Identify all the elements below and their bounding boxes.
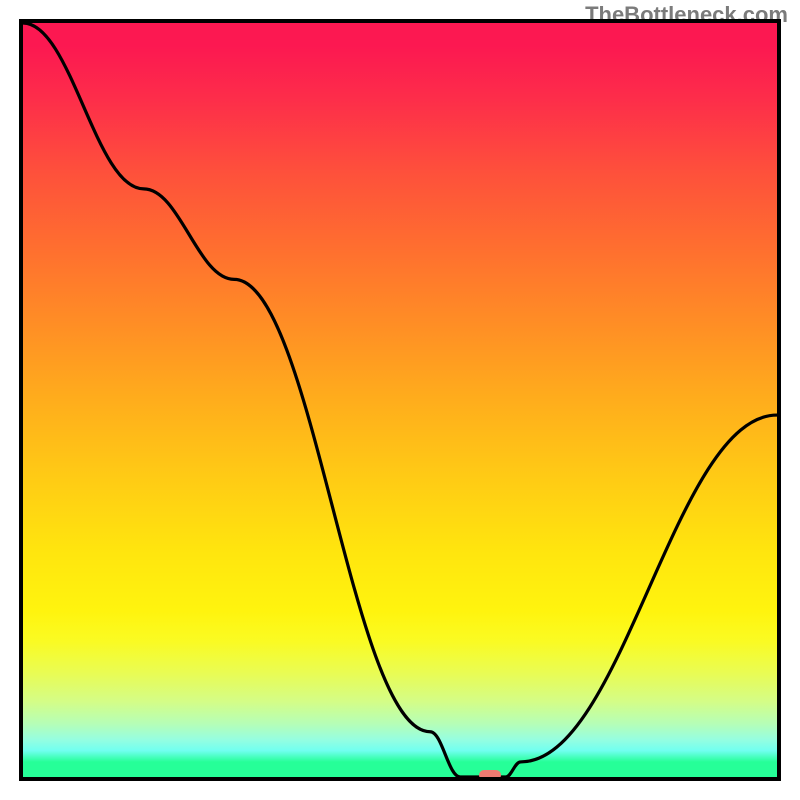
bottleneck-curve bbox=[23, 23, 777, 777]
chart-stage: TheBottleneck.com bbox=[0, 0, 800, 800]
current-point-marker bbox=[479, 770, 501, 780]
plot-area bbox=[19, 19, 781, 781]
